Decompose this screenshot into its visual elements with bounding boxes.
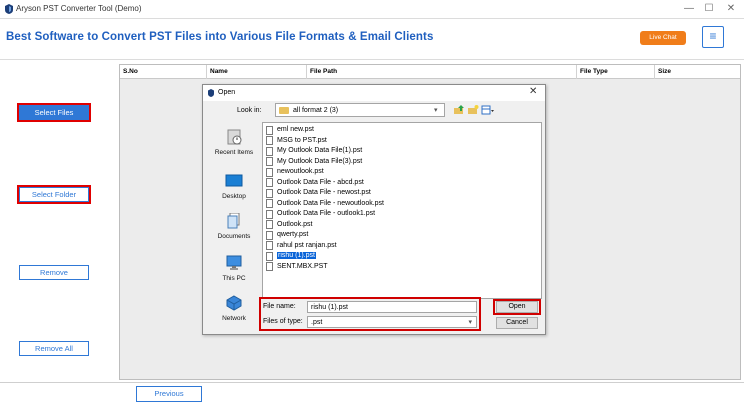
file-icon bbox=[266, 157, 273, 166]
file-icon bbox=[266, 136, 273, 145]
recent-items-icon bbox=[227, 129, 242, 145]
list-item-selected[interactable]: rishu (1).pst bbox=[266, 251, 316, 262]
file-icon bbox=[266, 230, 273, 240]
maximize-button[interactable]: ☐ bbox=[698, 2, 720, 16]
place-label: This PC bbox=[222, 275, 246, 282]
file-icon bbox=[266, 167, 273, 177]
file-icon bbox=[266, 220, 273, 229]
file-icon bbox=[266, 146, 273, 156]
live-chat-button[interactable]: Live Chat bbox=[640, 31, 686, 45]
place-desktop[interactable]: Desktop bbox=[209, 173, 259, 200]
documents-icon bbox=[227, 212, 240, 229]
list-item[interactable]: Outlook Data File - abcd.pst bbox=[266, 178, 364, 189]
place-label: Recent Items bbox=[214, 149, 254, 156]
file-type-dropdown[interactable]: .pst ▾ bbox=[307, 316, 477, 328]
column-header-file-path: File Path bbox=[306, 65, 576, 79]
list-item[interactable]: rahul pst ranjan.pst bbox=[266, 241, 337, 252]
look-in-value: all format 2 (3) bbox=[293, 107, 339, 114]
list-item[interactable]: newoutlook.pst bbox=[266, 167, 324, 178]
close-window-button[interactable]: ✕ bbox=[720, 2, 742, 16]
file-type-value: .pst bbox=[311, 319, 323, 326]
chevron-down-icon: ▾ bbox=[434, 107, 438, 114]
file-list[interactable]: eml new.pst MSG to PST.pst My Outlook Da… bbox=[262, 122, 542, 299]
title-bar: Aryson PST Converter Tool (Demo) — ☐ ✕ bbox=[0, 0, 744, 18]
file-icon bbox=[266, 199, 273, 208]
place-recent-items[interactable]: Recent Items bbox=[209, 129, 259, 156]
list-item[interactable]: Outlook Data File - outlook1.pst bbox=[266, 209, 375, 220]
chevron-down-icon: ▾ bbox=[468, 319, 472, 326]
dialog-app-icon bbox=[208, 89, 214, 97]
desktop-icon bbox=[225, 174, 243, 187]
place-label: Network bbox=[222, 315, 246, 322]
file-icon bbox=[266, 251, 273, 261]
computer-icon bbox=[226, 255, 242, 270]
network-icon bbox=[226, 295, 242, 311]
file-icon bbox=[266, 241, 273, 250]
list-item[interactable]: My Outlook Data File(1).pst bbox=[266, 146, 362, 157]
list-item[interactable]: eml new.pst bbox=[266, 125, 314, 136]
file-type-label: Files of type: bbox=[263, 318, 303, 325]
look-in-dropdown[interactable]: all format 2 (3) ▾ bbox=[275, 103, 445, 117]
list-item[interactable]: Outlook Data File - newost.pst bbox=[266, 188, 371, 199]
remove-all-button[interactable]: Remove All bbox=[19, 341, 89, 356]
open-button[interactable]: Open bbox=[496, 301, 538, 313]
file-icon bbox=[266, 188, 273, 198]
file-icon bbox=[266, 262, 273, 271]
place-network[interactable]: Network bbox=[209, 295, 259, 322]
column-header-name: Name bbox=[206, 65, 306, 79]
list-item[interactable]: Outlook.pst bbox=[266, 220, 312, 231]
dialog-title-bar: Open ✕ bbox=[203, 85, 545, 101]
place-label: Documents bbox=[217, 233, 251, 240]
footer-bar bbox=[0, 382, 744, 400]
look-in-label: Look in: bbox=[237, 107, 262, 114]
dialog-title: Open bbox=[218, 89, 236, 96]
dialog-close-button[interactable]: ✕ bbox=[529, 86, 537, 97]
app-logo-icon bbox=[5, 4, 13, 14]
file-icon bbox=[266, 178, 273, 187]
column-header-file-type: File Type bbox=[576, 65, 654, 79]
cancel-button[interactable]: Cancel bbox=[496, 317, 538, 329]
column-header-sno: S.No bbox=[123, 68, 138, 75]
file-icon bbox=[266, 125, 273, 135]
file-icon bbox=[266, 209, 273, 219]
select-folder-button[interactable]: Select Folder bbox=[19, 187, 89, 202]
window-title: Aryson PST Converter Tool (Demo) bbox=[16, 4, 142, 13]
place-label: Desktop bbox=[222, 193, 246, 200]
list-item[interactable]: qwerty.pst bbox=[266, 230, 308, 241]
place-documents[interactable]: Documents bbox=[209, 212, 259, 240]
up-folder-icon[interactable] bbox=[453, 104, 465, 116]
file-name-input[interactable]: rishu (1).pst bbox=[307, 301, 477, 313]
select-files-button[interactable]: Select Files bbox=[19, 105, 89, 120]
app-header: Best Software to Convert PST Files into … bbox=[0, 18, 744, 60]
list-item[interactable]: MSG to PST.pst bbox=[266, 136, 327, 147]
hamburger-menu-button[interactable]: ≡ bbox=[702, 26, 724, 48]
list-item[interactable]: Outlook Data File - newoutlook.pst bbox=[266, 199, 384, 210]
minimize-button[interactable]: — bbox=[678, 2, 700, 16]
new-folder-icon[interactable] bbox=[467, 104, 479, 116]
remove-button[interactable]: Remove bbox=[19, 265, 89, 280]
table-header: S.No Name File Path File Type Size bbox=[120, 65, 740, 79]
view-menu-icon[interactable] bbox=[481, 104, 494, 116]
header-title: Best Software to Convert PST Files into … bbox=[6, 31, 434, 43]
place-this-pc[interactable]: This PC bbox=[209, 255, 259, 282]
open-file-dialog: Open ✕ Look in: all format 2 (3) ▾ Recen… bbox=[202, 84, 546, 335]
list-item[interactable]: SENT.MBX.PST bbox=[266, 262, 328, 273]
list-item[interactable]: My Outlook Data File(3).pst bbox=[266, 157, 362, 168]
folder-icon bbox=[279, 107, 289, 114]
file-name-label: File name: bbox=[263, 303, 296, 310]
column-header-size: Size bbox=[654, 65, 740, 79]
